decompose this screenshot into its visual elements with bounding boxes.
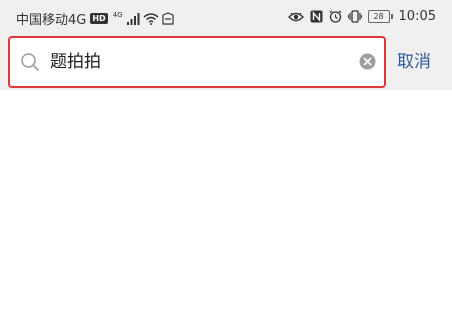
search-icon (20, 52, 40, 76)
wifi-icon (143, 11, 159, 26)
nfc-icon (310, 9, 323, 24)
clock: 10:05 (398, 9, 436, 24)
vibrate-icon (347, 9, 362, 24)
search-input[interactable] (50, 38, 340, 86)
network-type-label: 4G (112, 10, 123, 19)
status-bar-left: 中国移动4G HD 4G (16, 9, 175, 28)
alarm-icon (329, 9, 342, 24)
battery-icon: 28 (367, 10, 393, 23)
eye-icon (287, 9, 304, 24)
battery-level: 28 (367, 10, 390, 23)
search-bar (0, 34, 452, 90)
cancel-button[interactable]: 取消 (397, 34, 431, 90)
status-bar-right: 28 10:05 (287, 9, 436, 24)
status-bar: 中国移动4G HD 4G 28 10:05 (0, 0, 452, 34)
notification-icon (161, 11, 175, 26)
hd-icon: HD (90, 13, 108, 24)
search-box[interactable] (8, 36, 386, 88)
clear-icon[interactable] (359, 53, 376, 70)
results-area (0, 90, 452, 317)
carrier-label: 中国移动4G (16, 13, 87, 28)
signal-icon: 4G (110, 11, 141, 26)
